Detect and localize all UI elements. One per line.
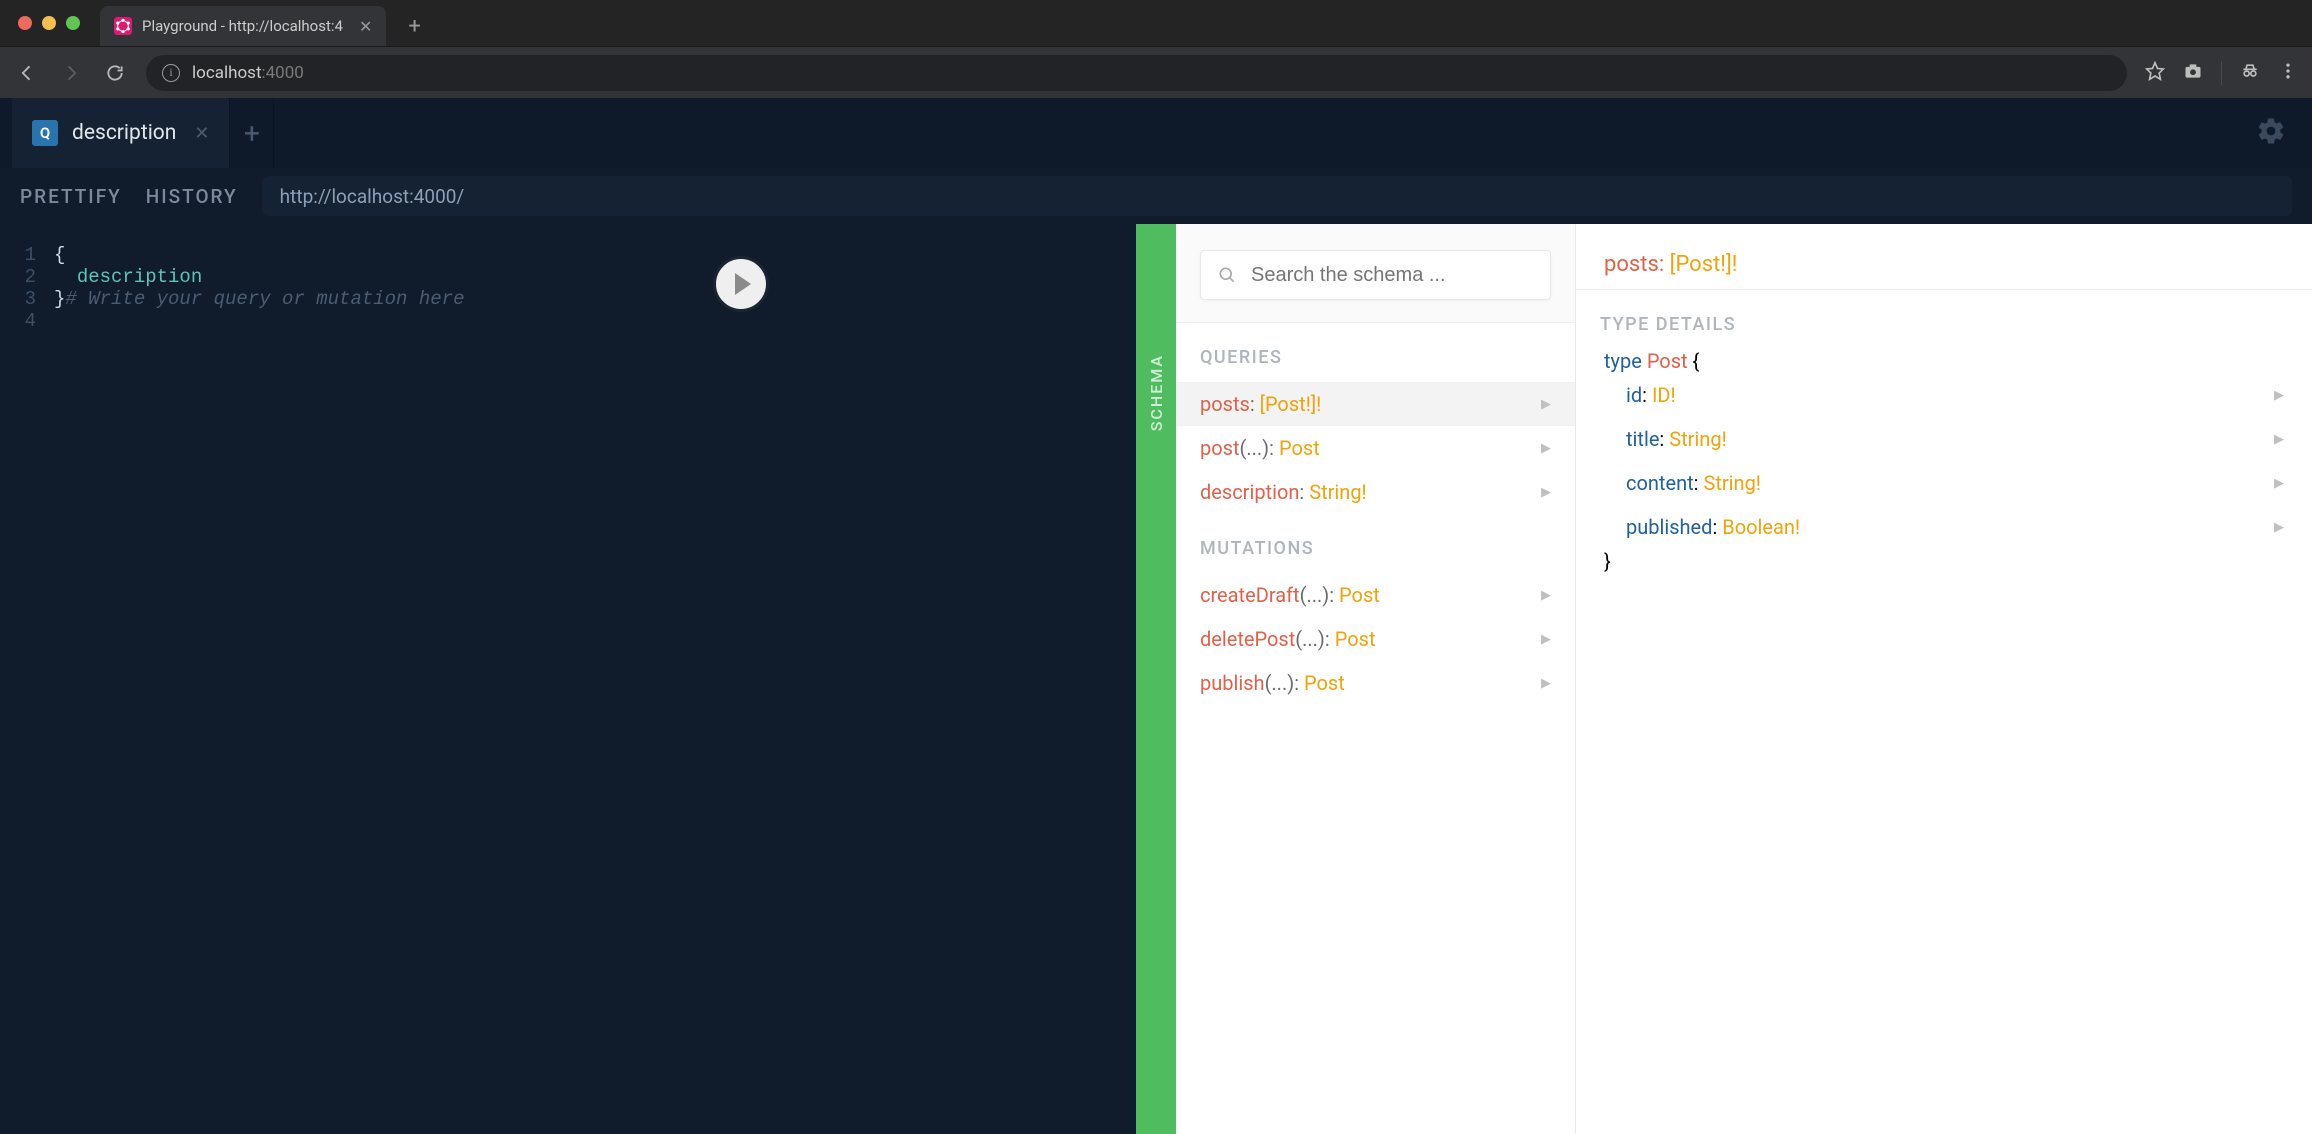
chevron-right-icon: ▶ bbox=[2274, 520, 2284, 535]
browser-tab-title: Playground - http://localhost:4 bbox=[142, 17, 343, 35]
chevron-right-icon: ▶ bbox=[2274, 388, 2284, 403]
schema-search[interactable] bbox=[1200, 250, 1551, 300]
type-close-brace: } bbox=[1604, 549, 2284, 573]
line-number: 2 bbox=[0, 266, 54, 288]
query-item-posts[interactable]: posts: [Post!]!▶ bbox=[1176, 382, 1575, 426]
editor-field: description bbox=[77, 266, 202, 288]
window-minimize-icon[interactable] bbox=[42, 16, 56, 30]
schema-docs-panel: QUERIES posts: [Post!]!▶post(...): Post▶… bbox=[1176, 224, 2312, 1134]
incognito-icon[interactable] bbox=[2240, 61, 2260, 85]
mutation-item-deletePost[interactable]: deletePost(...): Post▶ bbox=[1176, 617, 1575, 661]
chevron-right-icon: ▶ bbox=[2274, 476, 2284, 491]
address-bar[interactable]: i localhost:4000 bbox=[146, 55, 2127, 91]
type-definition: type Post { id: ID!▶title: String!▶conte… bbox=[1576, 349, 2312, 601]
type-field-published[interactable]: published: Boolean!▶ bbox=[1604, 505, 2284, 549]
type-name: Post bbox=[1647, 349, 1688, 373]
type-field-content[interactable]: content: String!▶ bbox=[1604, 461, 2284, 505]
browser-tab[interactable]: Playground - http://localhost:4 ✕ bbox=[100, 6, 386, 46]
chevron-right-icon: ▶ bbox=[1541, 676, 1551, 691]
browser-toolbar: i localhost:4000 bbox=[0, 46, 2312, 98]
settings-button[interactable] bbox=[2256, 116, 2300, 150]
schema-handle-label: SCHEMA bbox=[1147, 354, 1166, 431]
search-icon bbox=[1217, 265, 1237, 285]
schema-detail-column: posts: [Post!]! TYPE DETAILS type Post {… bbox=[1576, 224, 2312, 1134]
query-item-post[interactable]: post(...): Post▶ bbox=[1176, 426, 1575, 470]
window-close-icon[interactable] bbox=[18, 16, 32, 30]
line-number: 4 bbox=[0, 310, 54, 332]
playground-toolbar: PRETTIFY HISTORY http://localhost:4000/ bbox=[0, 168, 2312, 224]
history-button[interactable]: HISTORY bbox=[146, 185, 238, 208]
browser-chrome: Playground - http://localhost:4 ✕ + i lo… bbox=[0, 0, 2312, 98]
query-badge-icon: Q bbox=[32, 120, 58, 146]
chevron-right-icon: ▶ bbox=[1541, 485, 1551, 500]
type-keyword: type bbox=[1604, 349, 1642, 373]
graphql-favicon-icon bbox=[114, 17, 132, 35]
endpoint-value: http://localhost:4000/ bbox=[280, 185, 465, 208]
toolbar-actions bbox=[2145, 61, 2298, 85]
queries-section-title: QUERIES bbox=[1176, 323, 1575, 382]
prettify-button[interactable]: PRETTIFY bbox=[20, 185, 122, 208]
playground-tab-label: description bbox=[72, 121, 176, 145]
menu-icon[interactable] bbox=[2278, 61, 2298, 85]
run-query-button[interactable] bbox=[713, 256, 769, 312]
schema-search-input[interactable] bbox=[1251, 264, 1534, 287]
chevron-right-icon: ▶ bbox=[1541, 397, 1551, 412]
playground-main: 1{ 2 description 3}# Write your query or… bbox=[0, 224, 2312, 1134]
endpoint-input[interactable]: http://localhost:4000/ bbox=[262, 176, 2292, 216]
line-number: 1 bbox=[0, 244, 54, 266]
mutations-section-title: MUTATIONS bbox=[1176, 514, 1575, 573]
window-fullscreen-icon[interactable] bbox=[66, 16, 80, 30]
camera-icon[interactable] bbox=[2183, 61, 2203, 85]
detail-header: posts: [Post!]! bbox=[1576, 224, 2312, 290]
url-host: localhost bbox=[192, 63, 262, 83]
editor-brace-close: } bbox=[54, 288, 65, 310]
nav-reload-button[interactable] bbox=[102, 60, 128, 86]
type-field-title[interactable]: title: String!▶ bbox=[1604, 417, 2284, 461]
playground-tab[interactable]: Q description ✕ bbox=[12, 98, 230, 168]
url-port: :4000 bbox=[262, 63, 304, 83]
type-details-title: TYPE DETAILS bbox=[1576, 290, 2312, 349]
schema-toggle-handle[interactable]: SCHEMA bbox=[1136, 224, 1176, 1134]
playground-app: Q description ✕ + PRETTIFY HISTORY http:… bbox=[0, 98, 2312, 1134]
nav-forward-button[interactable] bbox=[58, 60, 84, 86]
schema-list-column: QUERIES posts: [Post!]!▶post(...): Post▶… bbox=[1176, 224, 1576, 1134]
mutation-item-createDraft[interactable]: createDraft(...): Post▶ bbox=[1176, 573, 1575, 617]
chevron-right-icon: ▶ bbox=[2274, 432, 2284, 447]
playground-tab-close-icon[interactable]: ✕ bbox=[194, 123, 209, 144]
line-number: 3 bbox=[0, 288, 54, 310]
playground-tabstrip: Q description ✕ + bbox=[0, 98, 2312, 168]
star-icon[interactable] bbox=[2145, 61, 2165, 85]
playground-new-tab-button[interactable]: + bbox=[230, 98, 274, 168]
site-info-icon[interactable]: i bbox=[162, 64, 180, 82]
toolbar-separator bbox=[2221, 61, 2222, 85]
query-editor[interactable]: 1{ 2 description 3}# Write your query or… bbox=[0, 224, 1136, 1134]
tab-close-icon[interactable]: ✕ bbox=[359, 17, 372, 36]
editor-comment: # Write your query or mutation here bbox=[65, 288, 464, 310]
browser-tabstrip: Playground - http://localhost:4 ✕ + bbox=[0, 0, 2312, 46]
query-item-description[interactable]: description: String!▶ bbox=[1176, 470, 1575, 514]
detail-field-type: [Post!]! bbox=[1670, 252, 1738, 277]
detail-field-name: posts bbox=[1604, 252, 1659, 277]
editor-brace-open: { bbox=[54, 244, 65, 266]
chevron-right-icon: ▶ bbox=[1541, 588, 1551, 603]
chevron-right-icon: ▶ bbox=[1541, 441, 1551, 456]
type-field-id[interactable]: id: ID!▶ bbox=[1604, 373, 2284, 417]
address-bar-text: localhost:4000 bbox=[192, 63, 304, 83]
window-controls bbox=[10, 0, 92, 46]
mutation-item-publish[interactable]: publish(...): Post▶ bbox=[1176, 661, 1575, 705]
nav-back-button[interactable] bbox=[14, 60, 40, 86]
new-tab-button[interactable]: + bbox=[394, 6, 434, 46]
chevron-right-icon: ▶ bbox=[1541, 632, 1551, 647]
